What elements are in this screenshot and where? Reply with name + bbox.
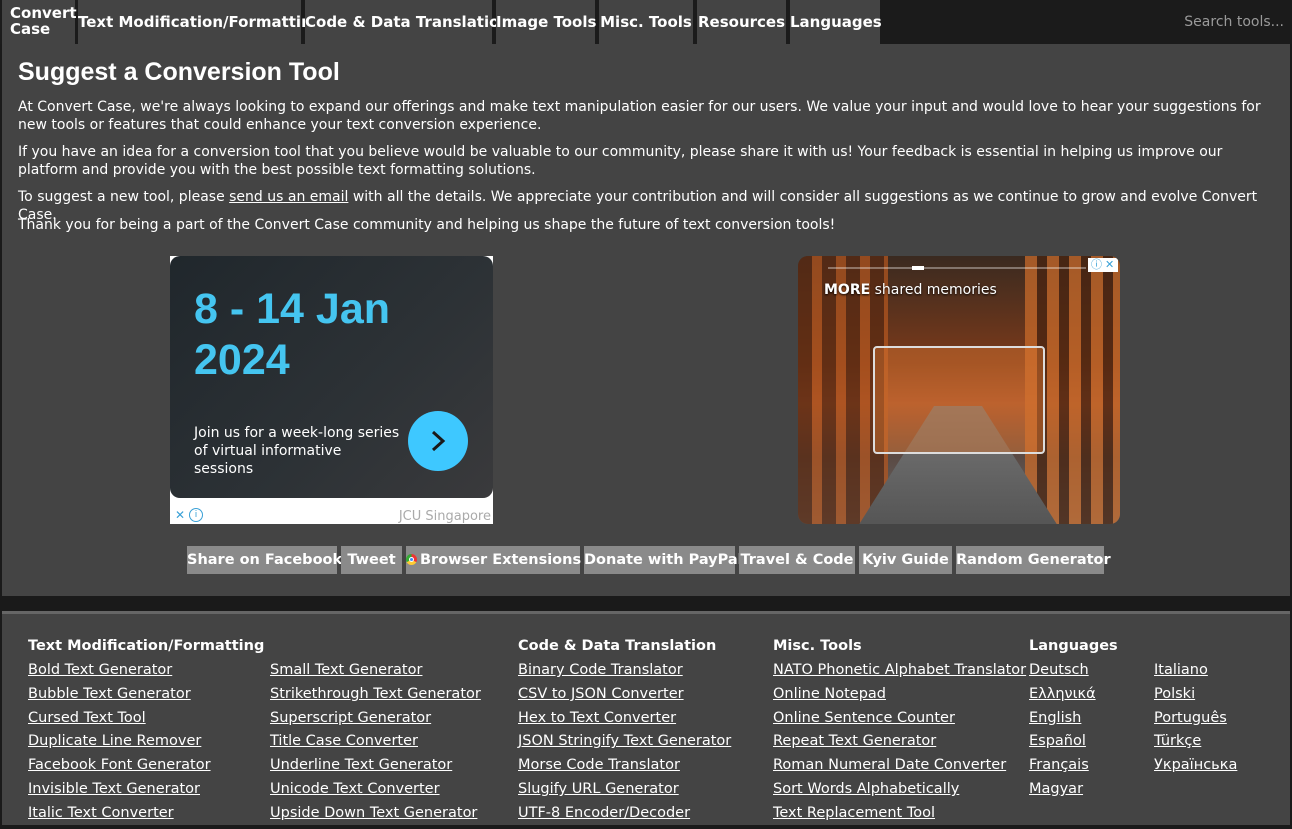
language-link[interactable]: Italiano xyxy=(1154,662,1208,678)
ad-progress-bar xyxy=(828,266,1086,270)
ad-controls: ⓘ ✕ xyxy=(1088,258,1118,272)
ad-caption-bold: MORE xyxy=(824,282,871,298)
footer-heading-misc-tools: Misc. Tools xyxy=(773,638,862,654)
nav-languages[interactable]: Languages xyxy=(790,0,882,44)
ad-arrow-button[interactable] xyxy=(408,411,468,471)
footer-link[interactable]: Superscript Generator xyxy=(270,710,431,726)
nav-code-data-translation[interactable]: Code & Data Translation xyxy=(305,0,510,44)
footer-link[interactable]: Upside Down Text Generator xyxy=(270,805,477,821)
chrome-icon xyxy=(406,554,417,565)
footer-link[interactable]: Invisible Text Generator xyxy=(28,781,200,797)
ad-subtitle: Join us for a week-long series of virtua… xyxy=(194,425,400,477)
nav-misc-tools[interactable]: Misc. Tools xyxy=(599,0,693,44)
travel-code-button[interactable]: Travel & Code xyxy=(739,546,855,574)
footer-links-code-data: Binary Code Translator CSV to JSON Conve… xyxy=(518,662,731,829)
footer-link[interactable]: CSV to JSON Converter xyxy=(518,686,684,702)
language-link[interactable]: Español xyxy=(1029,733,1086,749)
footer-heading-code-data: Code & Data Translation xyxy=(518,638,717,654)
nav-text-modification[interactable]: Text Modification/Formatting xyxy=(78,0,323,44)
thanks-paragraph: Thank you for being a part of the Conver… xyxy=(18,217,836,233)
footer-links-text-modification-2: Small Text Generator Strikethrough Text … xyxy=(270,662,481,829)
language-link[interactable]: Português xyxy=(1154,710,1227,726)
ad-photo-banner[interactable]: MORE shared memories ⓘ ✕ xyxy=(798,256,1120,524)
ad-photo-frame xyxy=(873,346,1045,454)
footer-link[interactable]: Morse Code Translator xyxy=(518,757,680,773)
kyiv-guide-button[interactable]: Kyiv Guide xyxy=(859,546,952,574)
footer-link[interactable]: Sort Words Alphabetically xyxy=(773,781,959,797)
ad-caption: MORE shared memories xyxy=(824,282,997,298)
language-link[interactable]: Magyar xyxy=(1029,781,1083,797)
intro-paragraph: At Convert Case, we're always looking to… xyxy=(18,99,1261,133)
footer-link[interactable]: Bubble Text Generator xyxy=(28,686,191,702)
ad-jcu-banner[interactable]: 8 - 14 Jan 2024 Join us for a week-long … xyxy=(170,256,493,524)
email-link[interactable]: send us an email xyxy=(229,189,348,205)
logo-line-1: Convert xyxy=(10,4,77,22)
language-link[interactable]: English xyxy=(1029,710,1081,726)
ad-date: 8 - 14 Jan 2024 xyxy=(194,284,390,386)
main-content: Suggest a Conversion Tool At Convert Cas… xyxy=(2,44,1290,596)
donate-paypal-button[interactable]: Donate with PayPal xyxy=(584,546,743,574)
random-generator-button[interactable]: Random Generator xyxy=(956,546,1111,574)
footer-links-languages-2: Italiano Polski Português Türkçe Українс… xyxy=(1154,662,1237,781)
site-logo[interactable]: Convert Case xyxy=(2,0,77,44)
language-link[interactable]: Türkçe xyxy=(1154,733,1201,749)
idea-paragraph: If you have an idea for a conversion too… xyxy=(18,144,1223,178)
footer-heading-languages: Languages xyxy=(1029,638,1118,654)
chevron-right-icon xyxy=(431,430,446,452)
footer-link[interactable]: UTF-8 Encoder/Decoder xyxy=(518,805,690,821)
browser-extensions-button[interactable]: Browser Extensions xyxy=(406,546,582,574)
footer-link[interactable]: Title Case Converter xyxy=(270,733,418,749)
language-link[interactable]: Deutsch xyxy=(1029,662,1089,678)
footer-link[interactable]: Duplicate Line Remover xyxy=(28,733,201,749)
footer-link[interactable]: Roman Numeral Date Converter xyxy=(773,757,1006,773)
footer-link[interactable]: Strikethrough Text Generator xyxy=(270,686,481,702)
footer-link[interactable]: Underline Text Generator xyxy=(270,757,452,773)
footer-links-text-modification: Bold Text Generator Bubble Text Generato… xyxy=(28,662,211,829)
ad-info-icon[interactable]: ⓘ xyxy=(1091,258,1102,272)
footer: Text Modification/Formatting Bold Text G… xyxy=(2,611,1290,825)
footer-links-misc-tools: NATO Phonetic Alphabet Translator Online… xyxy=(773,662,1026,829)
nav-image-tools[interactable]: Image Tools xyxy=(496,0,596,44)
top-nav: Convert Case Text Modification/Formattin… xyxy=(0,0,1292,44)
ad-caption-rest: shared memories xyxy=(870,282,997,298)
language-link[interactable]: Українська xyxy=(1154,757,1237,773)
footer-link[interactable]: Hex to Text Converter xyxy=(518,710,676,726)
footer-link[interactable]: Text Replacement Tool xyxy=(773,805,935,821)
footer-link[interactable]: Cursed Text Tool xyxy=(28,710,146,726)
ad-date-line-1: 8 - 14 Jan xyxy=(194,285,390,333)
page-title: Suggest a Conversion Tool xyxy=(18,58,340,86)
footer-links-languages: Deutsch Ελληνικά English Español Françai… xyxy=(1029,662,1096,805)
logo-line-2: Case xyxy=(10,20,51,38)
tweet-button[interactable]: Tweet xyxy=(341,546,402,574)
ad-brand: JCU Singapore xyxy=(398,509,491,524)
footer-link[interactable]: JSON Stringify Text Generator xyxy=(518,733,731,749)
footer-link[interactable]: Unicode Text Converter xyxy=(270,781,440,797)
share-facebook-button[interactable]: Share on Facebook xyxy=(187,546,342,574)
ad-date-line-2: 2024 xyxy=(194,336,290,384)
ad-info-icon[interactable]: i xyxy=(189,508,203,522)
footer-link[interactable]: Facebook Font Generator xyxy=(28,757,211,773)
footer-link[interactable]: Italic Text Converter xyxy=(28,805,174,821)
footer-heading-text-modification: Text Modification/Formatting xyxy=(28,638,265,654)
nav-resources[interactable]: Resources xyxy=(697,0,786,44)
suggest-text-before: To suggest a new tool, please xyxy=(18,189,230,205)
language-link[interactable]: Français xyxy=(1029,757,1089,773)
footer-link[interactable]: Bold Text Generator xyxy=(28,662,172,678)
close-ad-icon[interactable]: ✕ xyxy=(173,508,187,522)
footer-link[interactable]: Online Sentence Counter xyxy=(773,710,955,726)
language-link[interactable]: Polski xyxy=(1154,686,1195,702)
footer-link[interactable]: Online Notepad xyxy=(773,686,886,702)
footer-link[interactable]: Repeat Text Generator xyxy=(773,733,936,749)
footer-link[interactable]: Slugify URL Generator xyxy=(518,781,679,797)
language-link[interactable]: Ελληνικά xyxy=(1029,686,1096,702)
ad-card: 8 - 14 Jan 2024 Join us for a week-long … xyxy=(170,256,493,498)
footer-link[interactable]: Binary Code Translator xyxy=(518,662,683,678)
browser-extensions-label: Browser Extensions xyxy=(420,552,582,568)
search-input[interactable] xyxy=(1184,13,1284,31)
close-ad-icon[interactable]: ✕ xyxy=(1105,258,1114,272)
footer-link[interactable]: Small Text Generator xyxy=(270,662,422,678)
footer-link[interactable]: NATO Phonetic Alphabet Translator xyxy=(773,662,1026,678)
